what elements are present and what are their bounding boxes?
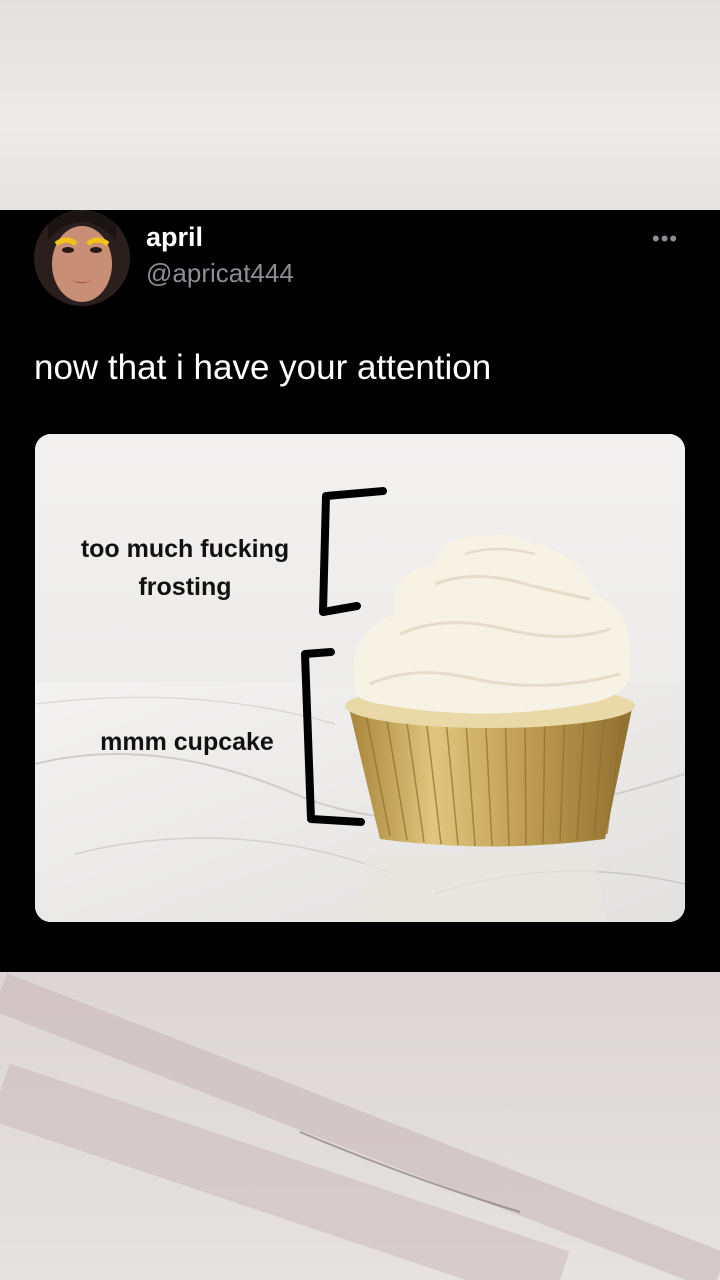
background-bottom xyxy=(0,972,720,1280)
tweet-card: april @apricat444 ••• now that i have yo… xyxy=(0,210,720,972)
user-handle[interactable]: @apricat444 xyxy=(146,258,294,289)
more-options-icon[interactable]: ••• xyxy=(652,226,678,252)
display-name[interactable]: april xyxy=(146,222,203,253)
tweet-media[interactable]: too much fucking frosting mmm cupcake xyxy=(35,434,685,922)
cupcake-image xyxy=(35,434,685,922)
frosting-label: too much fucking frosting xyxy=(80,535,290,601)
background-top xyxy=(0,0,720,210)
cupcake-label: mmm cupcake xyxy=(100,728,274,756)
avatar[interactable] xyxy=(34,210,130,306)
tweet-text: now that i have your attention xyxy=(34,348,492,387)
